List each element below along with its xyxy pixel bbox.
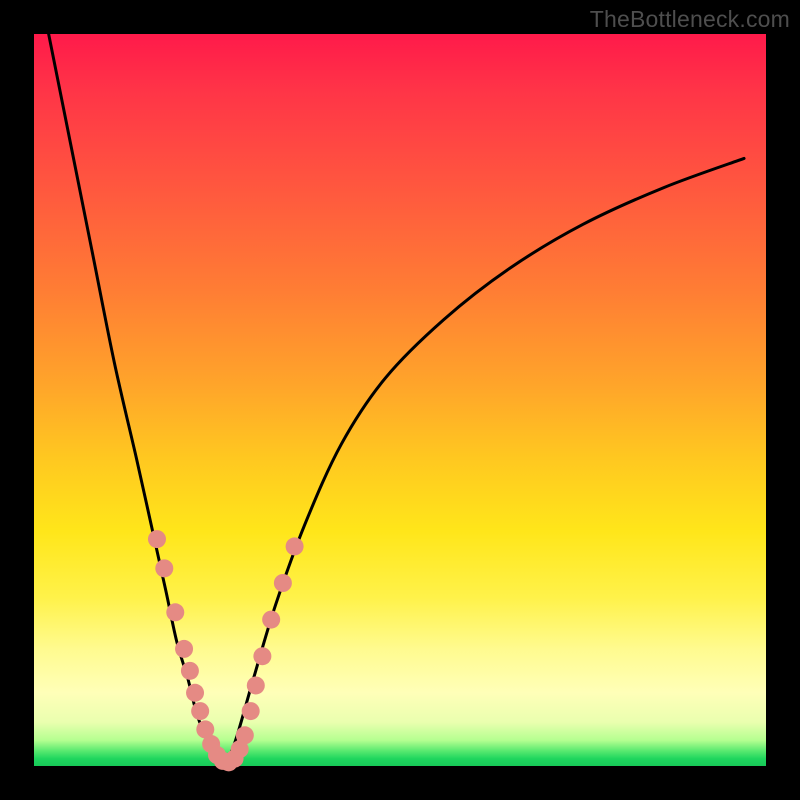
marker-point bbox=[253, 647, 271, 665]
watermark-text: TheBottleneck.com bbox=[590, 6, 790, 33]
marker-point bbox=[191, 702, 209, 720]
marker-point bbox=[181, 662, 199, 680]
marker-point bbox=[166, 603, 184, 621]
marker-point bbox=[186, 684, 204, 702]
marker-layer bbox=[148, 530, 304, 771]
curve-layer bbox=[49, 34, 744, 766]
marker-point bbox=[247, 676, 265, 694]
chart-frame: TheBottleneck.com bbox=[0, 0, 800, 800]
marker-point bbox=[274, 574, 292, 592]
marker-point bbox=[286, 537, 304, 555]
curve-right-curve bbox=[224, 158, 744, 766]
marker-point bbox=[236, 726, 254, 744]
marker-point bbox=[262, 611, 280, 629]
curve-left-curve bbox=[49, 34, 225, 766]
plot-area bbox=[34, 34, 766, 766]
marker-point bbox=[155, 559, 173, 577]
chart-svg bbox=[34, 34, 766, 766]
marker-point bbox=[148, 530, 166, 548]
marker-point bbox=[175, 640, 193, 658]
marker-point bbox=[242, 702, 260, 720]
